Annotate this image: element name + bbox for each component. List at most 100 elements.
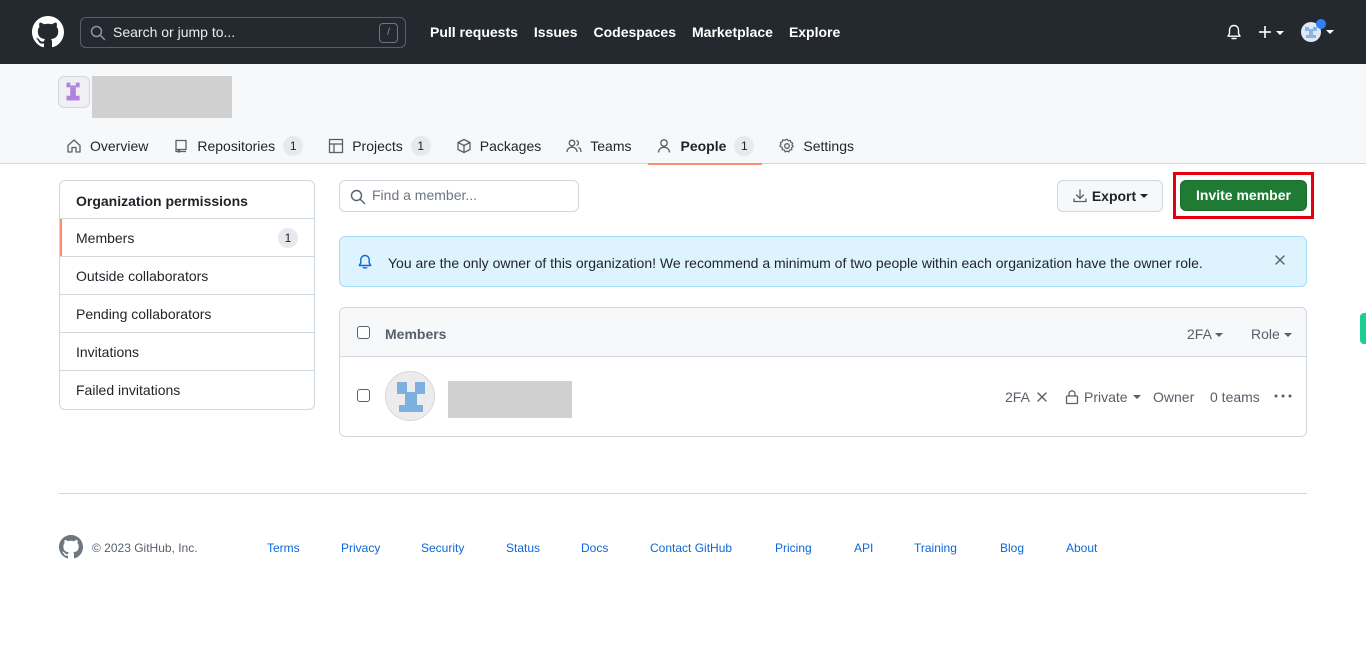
tab-packages[interactable]: Packages <box>448 128 549 164</box>
caret-down-icon <box>1140 194 1149 198</box>
tab-overview[interactable]: Overview <box>66 128 156 164</box>
tab-label: Overview <box>90 138 149 154</box>
search-icon <box>350 189 366 205</box>
sidebar-item-label: Invitations <box>76 344 140 360</box>
x-icon <box>1037 392 1047 402</box>
gear-icon <box>779 138 795 153</box>
sidebar-item-label: Outside collaborators <box>76 268 209 284</box>
tab-label: Packages <box>479 138 542 154</box>
filter-2fa-dropdown[interactable]: 2FA <box>1187 326 1224 342</box>
sidebar-item-label: Members <box>76 230 135 246</box>
home-icon <box>67 139 81 153</box>
org-tabs: Overview Repositories 1 Projects 1 Packa… <box>66 128 871 165</box>
tab-teams[interactable]: Teams <box>558 128 639 164</box>
bell-icon <box>358 254 372 269</box>
invite-member-highlight: Invite member <box>1173 172 1314 219</box>
footer-divider <box>59 493 1307 494</box>
members-table-title: Members <box>385 326 447 342</box>
user-menu-caret-icon[interactable] <box>1326 30 1334 34</box>
global-search-input[interactable]: Search or jump to... / <box>80 17 406 48</box>
members-table: Members 2FA Role 2FA Private Owner 0 tea… <box>339 307 1307 437</box>
org-permissions-sidebar: Organization permissions Members 1 Outsi… <box>59 180 315 410</box>
footer-link-pricing[interactable]: Pricing <box>775 541 812 555</box>
footer-link-privacy[interactable]: Privacy <box>341 541 380 555</box>
kebab-menu-icon[interactable] <box>1273 387 1293 405</box>
tab-projects[interactable]: Projects 1 <box>320 128 439 164</box>
owner-warning-flash: You are the only owner of this organizat… <box>339 236 1307 287</box>
copyright: © 2023 GitHub, Inc. <box>92 541 198 555</box>
github-footer-logo-icon[interactable] <box>59 535 83 559</box>
global-header: Search or jump to... / Pull requests Iss… <box>0 0 1366 64</box>
footer-link-terms[interactable]: Terms <box>267 541 300 555</box>
select-all-checkbox[interactable] <box>357 326 370 339</box>
footer-link-contact-github[interactable]: Contact GitHub <box>650 541 732 555</box>
flash-message: You are the only owner of this organizat… <box>388 255 1203 271</box>
org-header: Overview Repositories 1 Projects 1 Packa… <box>0 64 1366 165</box>
tab-repositories[interactable]: Repositories 1 <box>165 128 311 164</box>
global-nav: Pull requests Issues Codespaces Marketpl… <box>430 24 840 40</box>
org-avatar[interactable] <box>58 76 90 108</box>
search-placeholder: Search or jump to... <box>113 24 236 40</box>
projects-count: 1 <box>410 136 431 156</box>
sidebar-item-pending-collaborators[interactable]: Pending collaborators <box>60 295 314 333</box>
sidebar-item-failed-invitations[interactable]: Failed invitations <box>60 371 314 409</box>
repositories-count: 1 <box>283 136 304 156</box>
member-teams[interactable]: 0 teams <box>1210 389 1260 405</box>
nav-issues[interactable]: Issues <box>534 24 578 40</box>
github-logo-icon[interactable] <box>32 16 64 48</box>
table-icon <box>329 138 344 154</box>
sidebar-heading: Organization permissions <box>60 181 314 219</box>
footer-link-security[interactable]: Security <box>421 541 464 555</box>
caret-down-icon <box>1215 333 1224 338</box>
nav-codespaces[interactable]: Codespaces <box>594 24 676 40</box>
sidebar-item-label: Pending collaborators <box>76 306 212 322</box>
lock-icon <box>1065 390 1079 405</box>
tab-label: Projects <box>352 138 403 154</box>
nav-explore[interactable]: Explore <box>789 24 840 40</box>
member-2fa-label: 2FA <box>1005 389 1030 405</box>
member-visibility-dropdown[interactable]: Private <box>1065 389 1141 405</box>
members-count: 1 <box>278 228 298 248</box>
tab-settings[interactable]: Settings <box>771 128 862 164</box>
footer-link-training[interactable]: Training <box>914 541 957 555</box>
tab-people[interactable]: People 1 <box>648 128 763 165</box>
find-member-field <box>339 180 579 212</box>
nav-marketplace[interactable]: Marketplace <box>692 24 773 40</box>
sidebar-item-label: Failed invitations <box>76 382 181 398</box>
member-2fa-status: 2FA <box>1005 389 1048 405</box>
caret-down-icon <box>1283 333 1292 338</box>
member-visibility-label: Private <box>1084 389 1128 405</box>
download-icon <box>1073 189 1087 203</box>
sidebar-item-outside-collaborators[interactable]: Outside collaborators <box>60 257 314 295</box>
repo-icon <box>175 139 188 153</box>
side-feedback-tab[interactable] <box>1360 313 1366 344</box>
select-member-checkbox[interactable] <box>357 389 370 402</box>
table-row: 2FA Private Owner 0 teams <box>340 357 1306 436</box>
notifications-bell-icon[interactable] <box>1226 24 1242 42</box>
member-role[interactable]: Owner <box>1153 389 1194 405</box>
members-table-header: Members 2FA Role <box>340 308 1306 357</box>
export-button[interactable]: Export <box>1057 180 1163 212</box>
package-icon <box>457 138 471 154</box>
member-name-redacted[interactable] <box>448 381 572 418</box>
nav-pull-requests[interactable]: Pull requests <box>430 24 518 40</box>
create-new-plus-icon[interactable] <box>1258 23 1288 41</box>
footer-link-status[interactable]: Status <box>506 541 540 555</box>
tab-label: People <box>680 138 727 154</box>
invite-member-button[interactable]: Invite member <box>1180 180 1307 211</box>
people-count: 1 <box>734 136 755 156</box>
footer-link-blog[interactable]: Blog <box>1000 541 1024 555</box>
footer-link-about[interactable]: About <box>1066 541 1097 555</box>
member-avatar[interactable] <box>385 371 435 421</box>
sidebar-item-invitations[interactable]: Invitations <box>60 333 314 371</box>
close-icon[interactable] <box>1273 253 1287 267</box>
tab-label: Repositories <box>197 138 276 154</box>
org-name-redacted <box>92 76 232 118</box>
footer-link-api[interactable]: API <box>854 541 873 555</box>
filter-role-dropdown[interactable]: Role <box>1251 326 1292 342</box>
sidebar-item-members[interactable]: Members 1 <box>60 219 314 257</box>
footer-link-docs[interactable]: Docs <box>581 541 608 555</box>
tab-label: Settings <box>803 138 854 154</box>
find-member-input[interactable] <box>372 187 572 203</box>
search-shortcut-key: / <box>379 23 398 43</box>
